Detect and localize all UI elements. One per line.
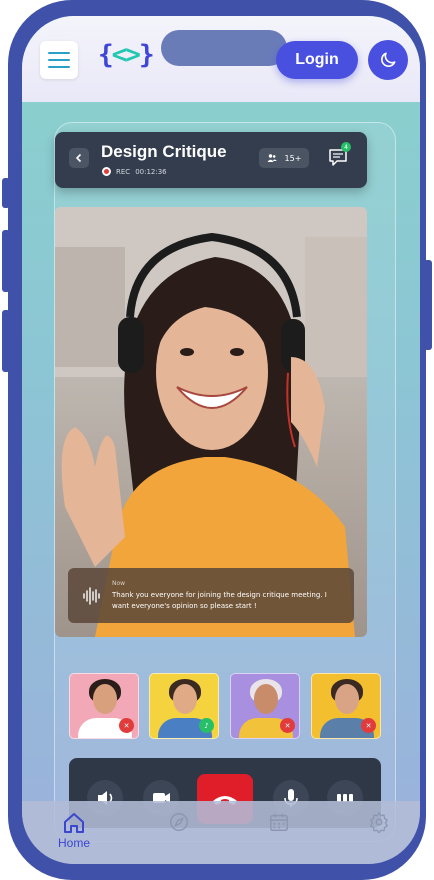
participant-tile-1[interactable]: ✕ bbox=[69, 673, 139, 739]
rec-timer: 00:12:36 bbox=[135, 167, 167, 176]
app-logo[interactable]: {<>} bbox=[98, 40, 155, 70]
chevron-left-icon bbox=[75, 153, 82, 163]
participant-face bbox=[93, 684, 117, 714]
nav-calendar[interactable] bbox=[268, 811, 290, 833]
menu-line bbox=[48, 59, 70, 61]
audio-wave-icon bbox=[83, 587, 100, 605]
menu-line bbox=[48, 66, 70, 68]
app-bar: {<>} Login bbox=[22, 16, 420, 102]
logo-brace-left: { bbox=[98, 40, 114, 70]
back-button[interactable] bbox=[69, 148, 89, 168]
participant-count: 15+ bbox=[284, 153, 302, 163]
menu-line bbox=[48, 52, 70, 54]
participant-face bbox=[254, 684, 278, 714]
moon-icon bbox=[381, 52, 396, 67]
logo-arrows: <> bbox=[111, 40, 141, 70]
mic-muted-icon: ✕ bbox=[119, 718, 134, 733]
users-icon bbox=[267, 154, 277, 162]
rec-label: REC bbox=[116, 167, 131, 176]
participant-tile-4[interactable]: ✕ bbox=[311, 673, 381, 739]
recording-indicator: REC 00:12:36 bbox=[102, 167, 167, 176]
mic-muted-icon: ✕ bbox=[361, 718, 376, 733]
participants-button[interactable]: 15+ bbox=[259, 148, 309, 168]
live-caption: Now Thank you everyone for joining the d… bbox=[68, 568, 354, 623]
home-icon bbox=[64, 813, 84, 833]
calendar-icon bbox=[270, 813, 288, 831]
caption-time: Now bbox=[112, 580, 126, 587]
bottom-navigation: Home bbox=[22, 801, 420, 864]
hamburger-menu-button[interactable] bbox=[40, 41, 78, 79]
call-title: Design Critique bbox=[101, 142, 227, 161]
dynamic-island bbox=[161, 30, 287, 66]
settings-icon bbox=[370, 812, 388, 833]
navigate-icon bbox=[170, 813, 188, 831]
main-video-feed: Now Thank you everyone for joining the d… bbox=[55, 207, 367, 637]
record-icon bbox=[102, 167, 111, 176]
caption-text: Thank you everyone for joining the desig… bbox=[112, 591, 327, 610]
mic-muted-icon: ✕ bbox=[280, 718, 295, 733]
nav-home[interactable]: Home bbox=[58, 811, 90, 850]
call-header: Design Critique REC 00:12:36 15+ 4 bbox=[55, 132, 367, 188]
phone-screen: {<>} Login Design Critique REC 00:12:36 bbox=[22, 16, 420, 864]
participant-tile-2[interactable]: ♪ bbox=[149, 673, 219, 739]
phone-frame: {<>} Login Design Critique REC 00:12:36 bbox=[8, 0, 426, 880]
mic-active-icon: ♪ bbox=[199, 718, 214, 733]
nav-settings[interactable] bbox=[368, 811, 390, 833]
chat-unread-badge: 4 bbox=[341, 142, 351, 152]
dark-mode-toggle[interactable] bbox=[368, 40, 408, 80]
participant-face bbox=[335, 684, 359, 714]
nav-explore[interactable] bbox=[168, 811, 190, 833]
logo-brace-right: } bbox=[138, 40, 155, 70]
participant-face bbox=[173, 684, 197, 714]
login-button[interactable]: Login bbox=[276, 41, 358, 79]
nav-home-label: Home bbox=[58, 836, 91, 850]
participant-tile-3[interactable]: ✕ bbox=[230, 673, 300, 739]
